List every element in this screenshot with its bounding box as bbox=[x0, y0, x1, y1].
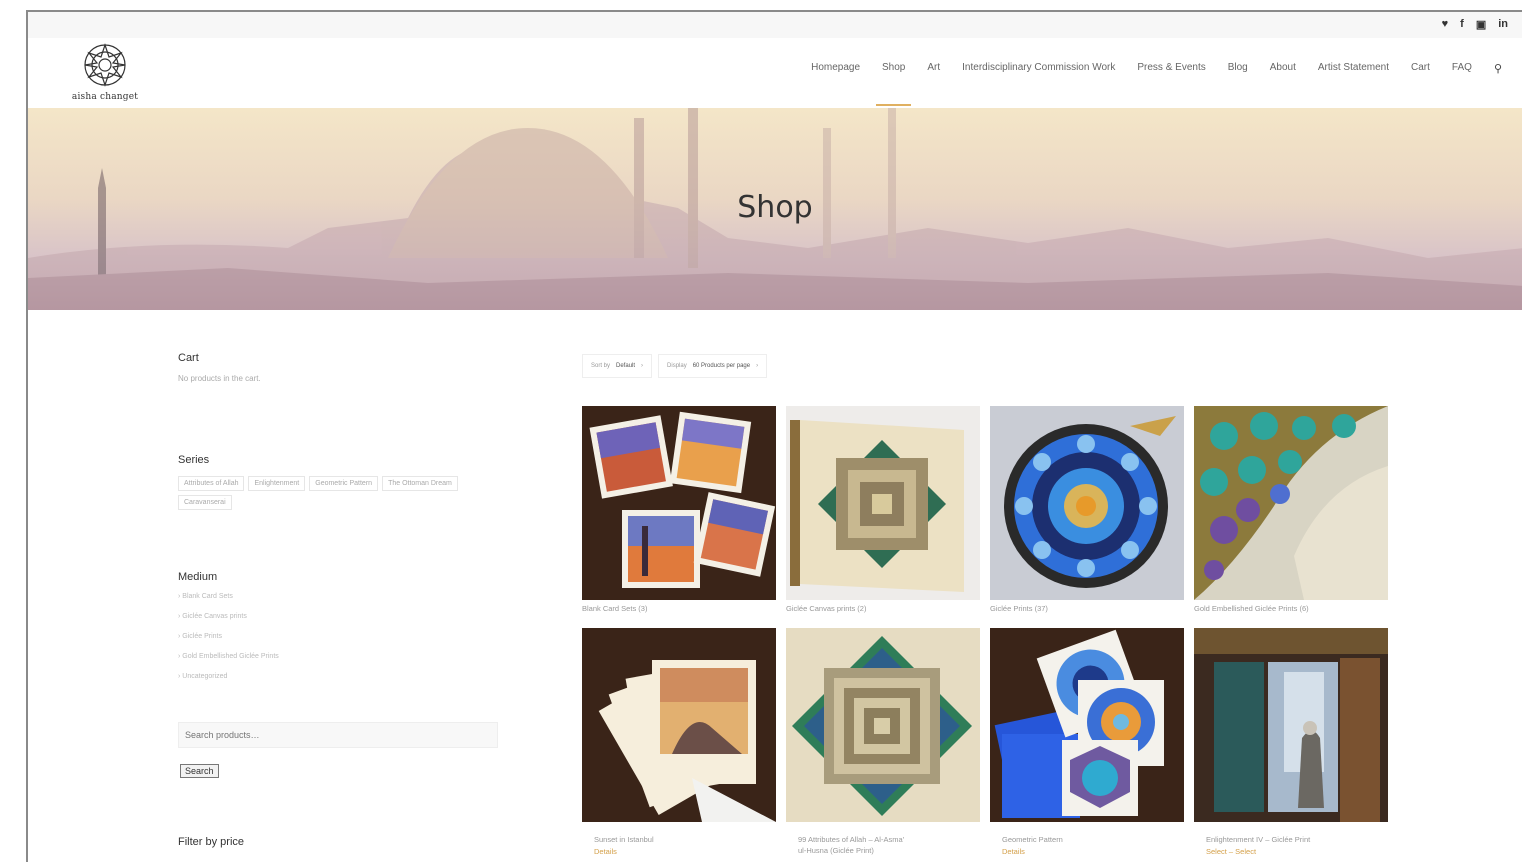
sort-bar: Sort by Default › Display 60 Products pe… bbox=[582, 354, 768, 378]
series-widget: Series Attributes of Allah Enlightenment… bbox=[178, 454, 508, 510]
logo-text: aisha changet bbox=[71, 92, 139, 102]
product-card[interactable]: Gold Embellished Giclée Prints (6) bbox=[1194, 406, 1388, 613]
product-title[interactable]: Geometric Pattern bbox=[990, 834, 1184, 845]
medium-widget-title: Medium bbox=[178, 571, 218, 583]
product-title[interactable]: 99 Attributes of Allah – Al-Asma' ul-Husn… bbox=[786, 834, 980, 856]
search-icon[interactable]: ⚲ bbox=[1494, 62, 1502, 75]
product-card[interactable]: Geometric Pattern Details bbox=[990, 628, 1184, 856]
nav-artist-statement[interactable]: Artist Statement bbox=[1318, 62, 1389, 75]
gold-embellished-image[interactable] bbox=[1194, 406, 1388, 600]
medium-list: › Blank Card Sets › Giclée Canvas prints… bbox=[178, 593, 279, 680]
nav-faq[interactable]: FAQ bbox=[1452, 62, 1472, 75]
nav-commission-work[interactable]: Interdisciplinary Commission Work bbox=[962, 62, 1115, 75]
product-title[interactable]: Blank Card Sets (3) bbox=[582, 604, 776, 613]
search-button[interactable]: Search bbox=[180, 764, 219, 778]
product-card[interactable]: Enlightenment IV – Giclée Print Select –… bbox=[1194, 628, 1388, 856]
medium-item[interactable]: › Giclée Canvas prints bbox=[178, 613, 279, 620]
price-filter-widget: Filter by price bbox=[178, 836, 498, 862]
product-card[interactable]: Giclée Canvas prints (2) bbox=[786, 406, 980, 613]
blank-card-sets-image[interactable] bbox=[582, 406, 776, 600]
sort-dropdown[interactable]: Sort by Default › bbox=[582, 354, 653, 378]
social-bar: ♥ f ▣ in bbox=[28, 12, 1522, 38]
cart-widget-title: Cart bbox=[178, 352, 199, 364]
product-card[interactable]: Giclée Prints (37) bbox=[990, 406, 1184, 613]
attributes-of-allah-image[interactable] bbox=[786, 628, 980, 822]
price-filter-title: Filter by price bbox=[178, 836, 245, 848]
display-dropdown[interactable]: Display 60 Products per page › bbox=[658, 354, 768, 378]
browser-page: ♥ f ▣ in aisha changet Homepage Shop Art… bbox=[26, 10, 1522, 862]
nav-art[interactable]: Art bbox=[927, 62, 940, 75]
product-link[interactable]: Select – Select bbox=[1194, 847, 1388, 856]
tag-attributes-of-allah[interactable]: Attributes of Allah bbox=[178, 476, 245, 491]
product-link[interactable]: Details bbox=[582, 847, 776, 856]
medium-widget: Medium › Blank Card Sets › Giclée Canvas… bbox=[178, 571, 279, 693]
sort-value: Default bbox=[616, 363, 636, 369]
product-title[interactable]: Enlightenment IV – Giclée Print bbox=[1194, 834, 1388, 845]
tag-caravanserai[interactable]: Caravanserai bbox=[178, 495, 232, 510]
tag-ottoman-dream[interactable]: The Ottoman Dream bbox=[382, 476, 458, 491]
product-card[interactable]: Sunset in Istanbul Details bbox=[582, 628, 776, 856]
nav-blog[interactable]: Blog bbox=[1228, 62, 1248, 75]
enlightenment-iv-image[interactable] bbox=[1194, 628, 1388, 822]
product-card[interactable]: 99 Attributes of Allah – Al-Asma' ul-Husn… bbox=[786, 628, 980, 856]
display-prefix: Display bbox=[667, 363, 687, 369]
facebook-icon[interactable]: f bbox=[1460, 18, 1464, 31]
product-search-input[interactable] bbox=[178, 722, 498, 748]
product-link[interactable]: Details bbox=[990, 847, 1184, 856]
product-card[interactable]: Blank Card Sets (3) bbox=[582, 406, 776, 613]
giclee-prints-image[interactable] bbox=[990, 406, 1184, 600]
site-logo[interactable]: aisha changet bbox=[60, 40, 150, 106]
instagram-icon[interactable]: ▣ bbox=[1476, 18, 1486, 31]
series-tags: Attributes of Allah Enlightenment Geomet… bbox=[178, 476, 508, 510]
sort-prefix: Sort by bbox=[591, 363, 611, 369]
cart-widget: Cart No products in the cart. bbox=[178, 352, 261, 383]
chevron-down-icon: › bbox=[641, 363, 644, 369]
nav-press-events[interactable]: Press & Events bbox=[1137, 62, 1205, 75]
nav-shop[interactable]: Shop bbox=[875, 62, 912, 106]
sunset-in-istanbul-image[interactable] bbox=[582, 628, 776, 822]
page-banner: Shop bbox=[28, 108, 1522, 310]
series-widget-title: Series bbox=[178, 454, 210, 466]
product-title[interactable]: Giclée Canvas prints (2) bbox=[786, 604, 980, 613]
chevron-down-icon: › bbox=[756, 363, 759, 369]
tag-geometric-pattern[interactable]: Geometric Pattern bbox=[309, 476, 379, 491]
nav-cart[interactable]: Cart bbox=[1411, 62, 1430, 75]
linkedin-icon[interactable]: in bbox=[1498, 18, 1508, 31]
main-nav: Homepage Shop Art Interdisciplinary Comm… bbox=[811, 62, 1502, 106]
giclee-canvas-image[interactable] bbox=[786, 406, 980, 600]
page-title: Shop bbox=[737, 190, 813, 225]
social-links: ♥ f ▣ in bbox=[1442, 18, 1508, 31]
mandala-logo-icon bbox=[84, 43, 126, 87]
nav-about[interactable]: About bbox=[1270, 62, 1296, 75]
cart-empty-text: No products in the cart. bbox=[178, 374, 261, 383]
product-title[interactable]: Gold Embellished Giclée Prints (6) bbox=[1194, 604, 1388, 613]
product-title[interactable]: Giclée Prints (37) bbox=[990, 604, 1184, 613]
medium-item[interactable]: › Uncategorized bbox=[178, 673, 279, 680]
site-header: aisha changet Homepage Shop Art Interdis… bbox=[28, 38, 1522, 108]
display-value: 60 Products per page bbox=[692, 363, 751, 369]
medium-item[interactable]: › Blank Card Sets bbox=[178, 593, 279, 600]
geometric-pattern-image[interactable] bbox=[990, 628, 1184, 822]
twitter-icon[interactable]: ♥ bbox=[1442, 18, 1449, 31]
product-title[interactable]: Sunset in Istanbul bbox=[582, 834, 776, 845]
tag-enlightenment[interactable]: Enlightenment bbox=[248, 476, 306, 491]
medium-item[interactable]: › Giclée Prints bbox=[178, 633, 279, 640]
nav-homepage[interactable]: Homepage bbox=[811, 62, 860, 75]
medium-item[interactable]: › Gold Embellished Giclée Prints bbox=[178, 653, 279, 660]
